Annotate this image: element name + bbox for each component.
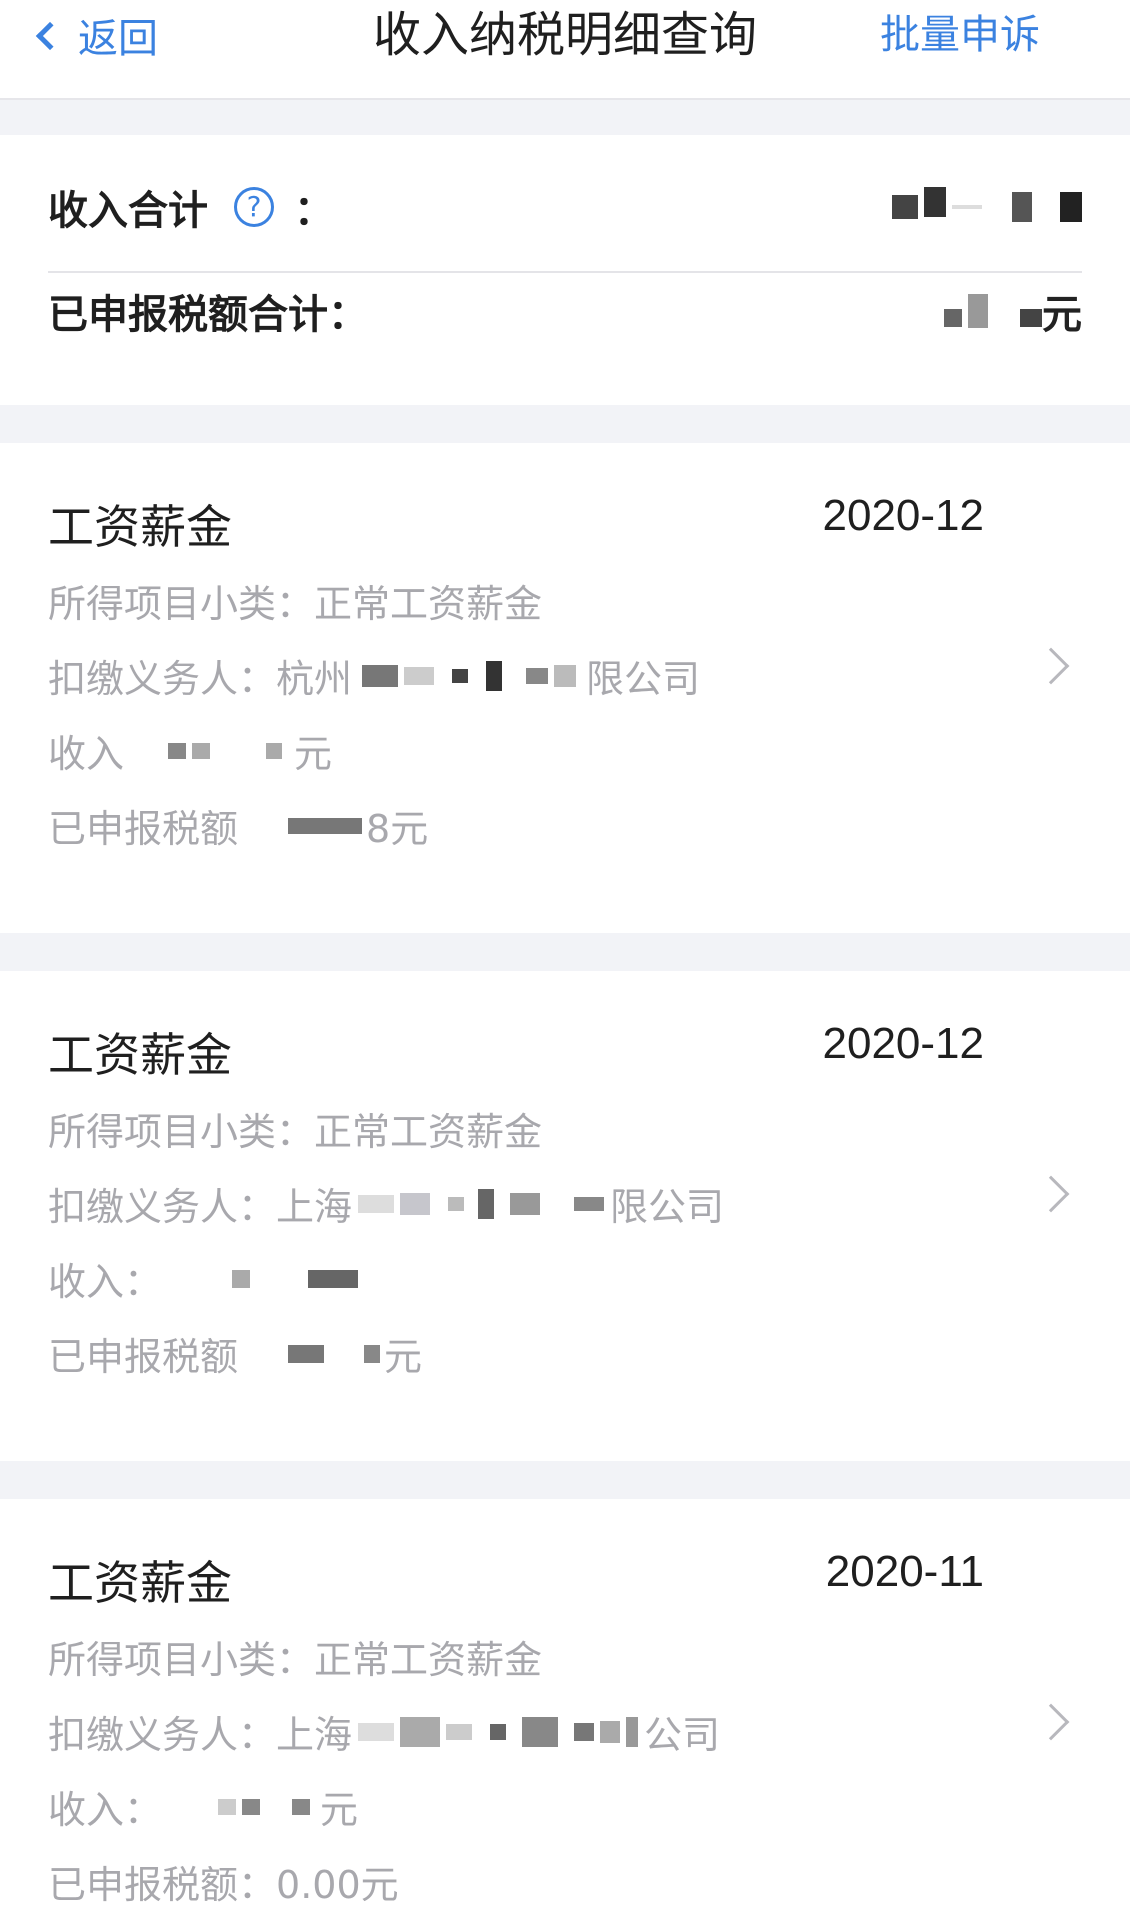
- tax-unit: 元: [384, 1335, 423, 1379]
- chevron-right-icon[interactable]: [1032, 647, 1070, 685]
- summary-card: 收入合计 ? ： 已申报税额合计： 元: [0, 135, 1130, 405]
- redacted-mosaic: [288, 1344, 381, 1363]
- subcategory-value: 正常工资薪金: [314, 1638, 543, 1682]
- record-title: 工资薪金: [48, 500, 232, 554]
- income-line: 收入 元: [48, 723, 332, 778]
- tax-total-unit: 元: [1042, 292, 1082, 338]
- income-unit: 元: [294, 732, 333, 776]
- tax-unit: 8元: [366, 807, 429, 851]
- record-date: 2020-12: [822, 1019, 984, 1068]
- redacted-mosaic: [358, 1188, 605, 1219]
- section-gap: [0, 1461, 1130, 1499]
- summary-divider: [48, 271, 1082, 273]
- withholder-suffix: 限公司: [586, 657, 701, 701]
- income-total-label: 收入合计: [48, 188, 208, 234]
- redacted-mosaic: [892, 187, 1082, 222]
- subcategory-value: 正常工资薪金: [314, 582, 543, 626]
- redacted-mosaic: [218, 1798, 311, 1815]
- withholder-label: 扣缴义务人：: [48, 657, 277, 701]
- withholder-prefix: 上海: [276, 1713, 353, 1757]
- withholder-line: 扣缴义务人： 上海 限公司: [48, 1176, 724, 1231]
- subcategory-line: 所得项目小类： 正常工资薪金: [48, 1629, 542, 1684]
- redacted-mosaic: [944, 294, 1042, 328]
- subcategory-value: 正常工资薪金: [314, 1110, 543, 1154]
- chevron-right-icon[interactable]: [1032, 1175, 1070, 1213]
- tax-label: 已申报税额: [48, 807, 239, 851]
- income-total-value: [892, 177, 1082, 237]
- income-label: 收入：: [48, 1260, 163, 1304]
- income-total-row: 收入合计 ? ：: [48, 177, 1082, 237]
- chevron-right-icon[interactable]: [1032, 1703, 1070, 1741]
- redacted-mosaic: [288, 817, 363, 834]
- record-date: 2020-12: [822, 491, 984, 540]
- record-card[interactable]: 工资薪金 2020-11 所得项目小类： 正常工资薪金 扣缴义务人： 上海 公司…: [0, 1499, 1130, 1920]
- help-icon[interactable]: ?: [234, 187, 274, 227]
- record-title: 工资薪金: [48, 1028, 232, 1082]
- tax-total-value: 元: [944, 281, 1082, 341]
- redacted-mosaic: [232, 1269, 359, 1288]
- subcategory-label: 所得项目小类：: [48, 1110, 315, 1154]
- tax-line: 已申报税额 元: [48, 1326, 422, 1381]
- tax-total-label: 已申报税额合计：: [48, 292, 368, 338]
- tax-label: 已申报税额：: [48, 1863, 277, 1907]
- tax-line: 已申报税额： 0.00元: [48, 1854, 399, 1909]
- tax-line: 已申报税额 8元: [48, 798, 428, 853]
- income-line: 收入：: [48, 1251, 366, 1306]
- income-label: 收入: [48, 732, 125, 776]
- section-gap: [0, 405, 1130, 443]
- withholder-line: 扣缴义务人： 上海 公司: [48, 1704, 720, 1759]
- withholder-label: 扣缴义务人：: [48, 1185, 277, 1229]
- income-label: 收入：: [48, 1788, 163, 1832]
- section-gap: [0, 933, 1130, 971]
- tax-label: 已申报税额: [48, 1335, 239, 1379]
- withholder-prefix: 杭州: [276, 657, 353, 701]
- redacted-mosaic: [358, 1716, 639, 1747]
- tax-unit: 0.00元: [276, 1863, 399, 1907]
- record-title: 工资薪金: [48, 1556, 232, 1610]
- withholder-prefix: 上海: [276, 1185, 353, 1229]
- withholder-label: 扣缴义务人：: [48, 1713, 277, 1757]
- income-total-colon: ：: [294, 188, 334, 234]
- subcategory-line: 所得项目小类： 正常工资薪金: [48, 1101, 542, 1156]
- subcategory-label: 所得项目小类：: [48, 1638, 315, 1682]
- redacted-mosaic: [168, 742, 283, 759]
- record-card[interactable]: 工资薪金 2020-12 所得项目小类： 正常工资薪金 扣缴义务人： 上海 限公…: [0, 971, 1130, 1461]
- subcategory-label: 所得项目小类：: [48, 582, 315, 626]
- redacted-mosaic: [362, 660, 577, 691]
- income-line: 收入： 元: [48, 1779, 358, 1834]
- record-card[interactable]: 工资薪金 2020-12 所得项目小类： 正常工资薪金 扣缴义务人： 杭州 限公…: [0, 443, 1130, 933]
- tax-total-row: 已申报税额合计： 元: [48, 281, 1082, 341]
- subcategory-line: 所得项目小类： 正常工资薪金: [48, 573, 542, 628]
- withholder-line: 扣缴义务人： 杭州 限公司: [48, 648, 700, 703]
- income-unit: 元: [320, 1788, 359, 1832]
- batch-appeal-button[interactable]: 批量申诉: [880, 4, 1040, 66]
- record-date: 2020-11: [825, 1547, 984, 1596]
- nav-bar: 返回 收入纳税明细查询 批量申诉: [0, 0, 1130, 100]
- withholder-suffix: 公司: [644, 1713, 721, 1757]
- section-gap: [0, 100, 1130, 135]
- withholder-suffix: 限公司: [610, 1185, 725, 1229]
